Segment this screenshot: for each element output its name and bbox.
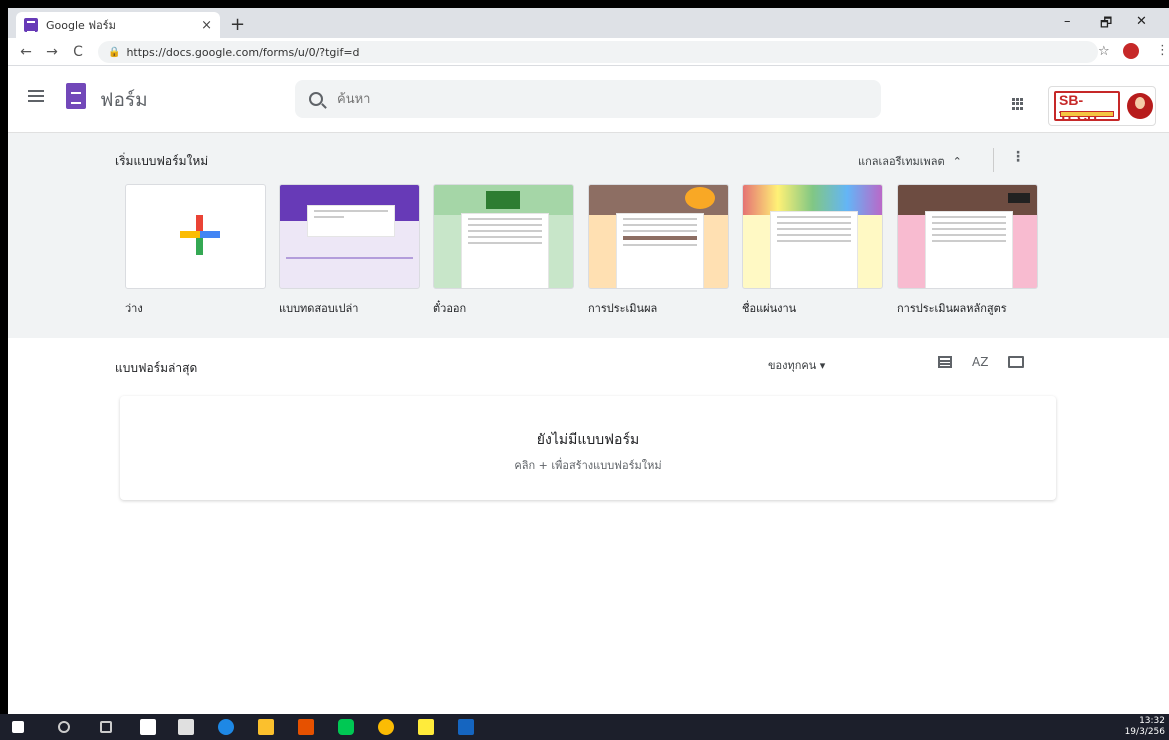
app-title[interactable]: ฟอร์ม (100, 85, 148, 115)
search-input[interactable] (337, 91, 737, 107)
exit-sign-icon (486, 191, 520, 209)
worksheet-preview-paper (770, 211, 858, 288)
chrome-icon[interactable] (378, 719, 394, 735)
profile-avatar[interactable] (1123, 43, 1139, 59)
window-restore-button[interactable]: 🗗 (1100, 14, 1112, 36)
tab-title: Google ฟอร์ม (46, 19, 116, 32)
account-area[interactable]: SB-TECH (1048, 86, 1156, 126)
recent-forms-title: แบบฟอร์มล่าสุด (115, 361, 198, 375)
sort-az-icon[interactable]: AZ (972, 355, 988, 369)
assessment-preview-paper (616, 213, 704, 288)
view-tools: AZ (938, 353, 1025, 369)
forms-logo-icon[interactable] (66, 83, 86, 109)
folder-icon[interactable] (1008, 356, 1025, 368)
template-label-blank: ว่าง (125, 302, 143, 315)
divider (993, 148, 994, 172)
edge-browser-icon[interactable] (218, 719, 234, 735)
hamburger-menu-icon[interactable] (28, 90, 44, 102)
template-gallery-button[interactable]: แกลเลอรีเทมเพลต ⌃ (858, 152, 962, 170)
apps-grid-icon[interactable] (1012, 98, 1024, 110)
xampp-icon[interactable] (298, 719, 314, 735)
bookmark-star-icon[interactable]: ☆ (1098, 44, 1110, 59)
taskbar-search-icon[interactable] (58, 721, 70, 733)
mail-icon[interactable] (178, 719, 194, 735)
app-header: ฟอร์ม SB-TECH (8, 66, 1169, 133)
template-card-worksheet[interactable] (742, 184, 883, 289)
course-preview-paper (925, 211, 1013, 288)
plus-icon (180, 215, 220, 255)
template-section: เริ่มแบบฟอร์มใหม่ แกลเลอรีเทมเพลต ⌃ ⋮ ว่า… (8, 133, 1169, 338)
task-view-icon[interactable] (100, 721, 112, 733)
windows-start-icon[interactable] (12, 721, 24, 733)
empty-state-title: ยังไม่มีแบบฟอร์ม (536, 432, 640, 448)
forms-favicon-icon (24, 18, 38, 33)
avatar[interactable] (1127, 93, 1153, 119)
search-box[interactable] (295, 80, 881, 118)
template-card-blank-quiz[interactable] (279, 184, 420, 289)
back-icon[interactable]: ← (18, 44, 34, 60)
search-icon[interactable] (309, 92, 323, 106)
forward-icon[interactable]: → (44, 44, 60, 60)
logo-stripe (1060, 111, 1114, 117)
owner-filter-dropdown[interactable]: ของทุกคน ▾ (768, 356, 825, 374)
sticky-notes-icon[interactable] (418, 719, 434, 735)
clock-date: 19/3/256 (1124, 727, 1165, 737)
exit-preview-paper (461, 213, 549, 288)
more-options-icon[interactable]: ⋮ (1011, 149, 1025, 165)
line-app-icon[interactable] (338, 719, 354, 735)
gallery-label: แกลเลอรีเทมเพลต (858, 155, 945, 168)
quiz-preview-paper (307, 205, 395, 237)
template-label-course-evaluation: การประเมินผลหลักสูตร (897, 302, 1007, 315)
template-label-assessment: การประเมินผล (588, 302, 658, 315)
graduation-cap-icon (1008, 193, 1030, 203)
window-close-button[interactable]: ✕ (1136, 14, 1147, 29)
address-bar: ← → C 🔒 https://docs.google.com/forms/u/… (8, 38, 1169, 66)
store-icon[interactable] (140, 719, 156, 735)
start-new-form-title: เริ่มแบบฟอร์มใหม่ (115, 154, 209, 168)
template-label-worksheet: ชื่อแผ่นงาน (742, 302, 797, 315)
word-icon[interactable] (458, 719, 474, 735)
template-label-blank-quiz: แบบทดสอบเปล่า (279, 302, 359, 315)
tab-close-icon[interactable]: × (201, 18, 212, 33)
url-text: https://docs.google.com/forms/u/0/?tgif=… (126, 45, 360, 59)
url-field[interactable]: 🔒 https://docs.google.com/forms/u/0/?tgi… (98, 41, 1098, 63)
reload-icon[interactable]: C (70, 44, 86, 60)
coffee-cup-icon (685, 187, 715, 209)
browser-menu-icon[interactable]: ⋮ (1156, 43, 1169, 58)
template-card-assessment[interactable] (588, 184, 729, 289)
logo-text: SB-TECH (1059, 92, 1097, 124)
sb-tech-logo: SB-TECH (1054, 91, 1120, 124)
window-minimize-button[interactable]: – (1064, 14, 1071, 29)
list-view-icon[interactable] (938, 356, 952, 368)
browser-window: Google ฟอร์ม × + – 🗗 ✕ ← → C 🔒 https://d… (8, 8, 1169, 714)
windows-taskbar: 13:32 19/3/256 (0, 714, 1169, 740)
template-label-exit-ticket: ตั๋วออก (433, 302, 467, 315)
taskbar-clock[interactable]: 13:32 19/3/256 (1125, 716, 1165, 738)
browser-tab[interactable]: Google ฟอร์ม × (16, 12, 220, 38)
tab-strip: Google ฟอร์ม × + – 🗗 ✕ (8, 8, 1169, 38)
file-explorer-icon[interactable] (258, 719, 274, 735)
unfold-chevron-icon: ⌃ (952, 155, 962, 168)
template-card-exit-ticket[interactable] (433, 184, 574, 289)
new-tab-button[interactable]: + (230, 14, 245, 35)
template-card-course-evaluation[interactable] (897, 184, 1038, 289)
empty-state-subtitle: คลิก + เพื่อสร้างแบบฟอร์มใหม่ (514, 459, 662, 472)
clock-time: 13:32 (1139, 716, 1165, 726)
template-card-blank[interactable] (125, 184, 266, 289)
lock-icon: 🔒 (108, 46, 121, 58)
empty-state-card: ยังไม่มีแบบฟอร์ม คลิก + เพื่อสร้างแบบฟอร… (120, 396, 1056, 500)
